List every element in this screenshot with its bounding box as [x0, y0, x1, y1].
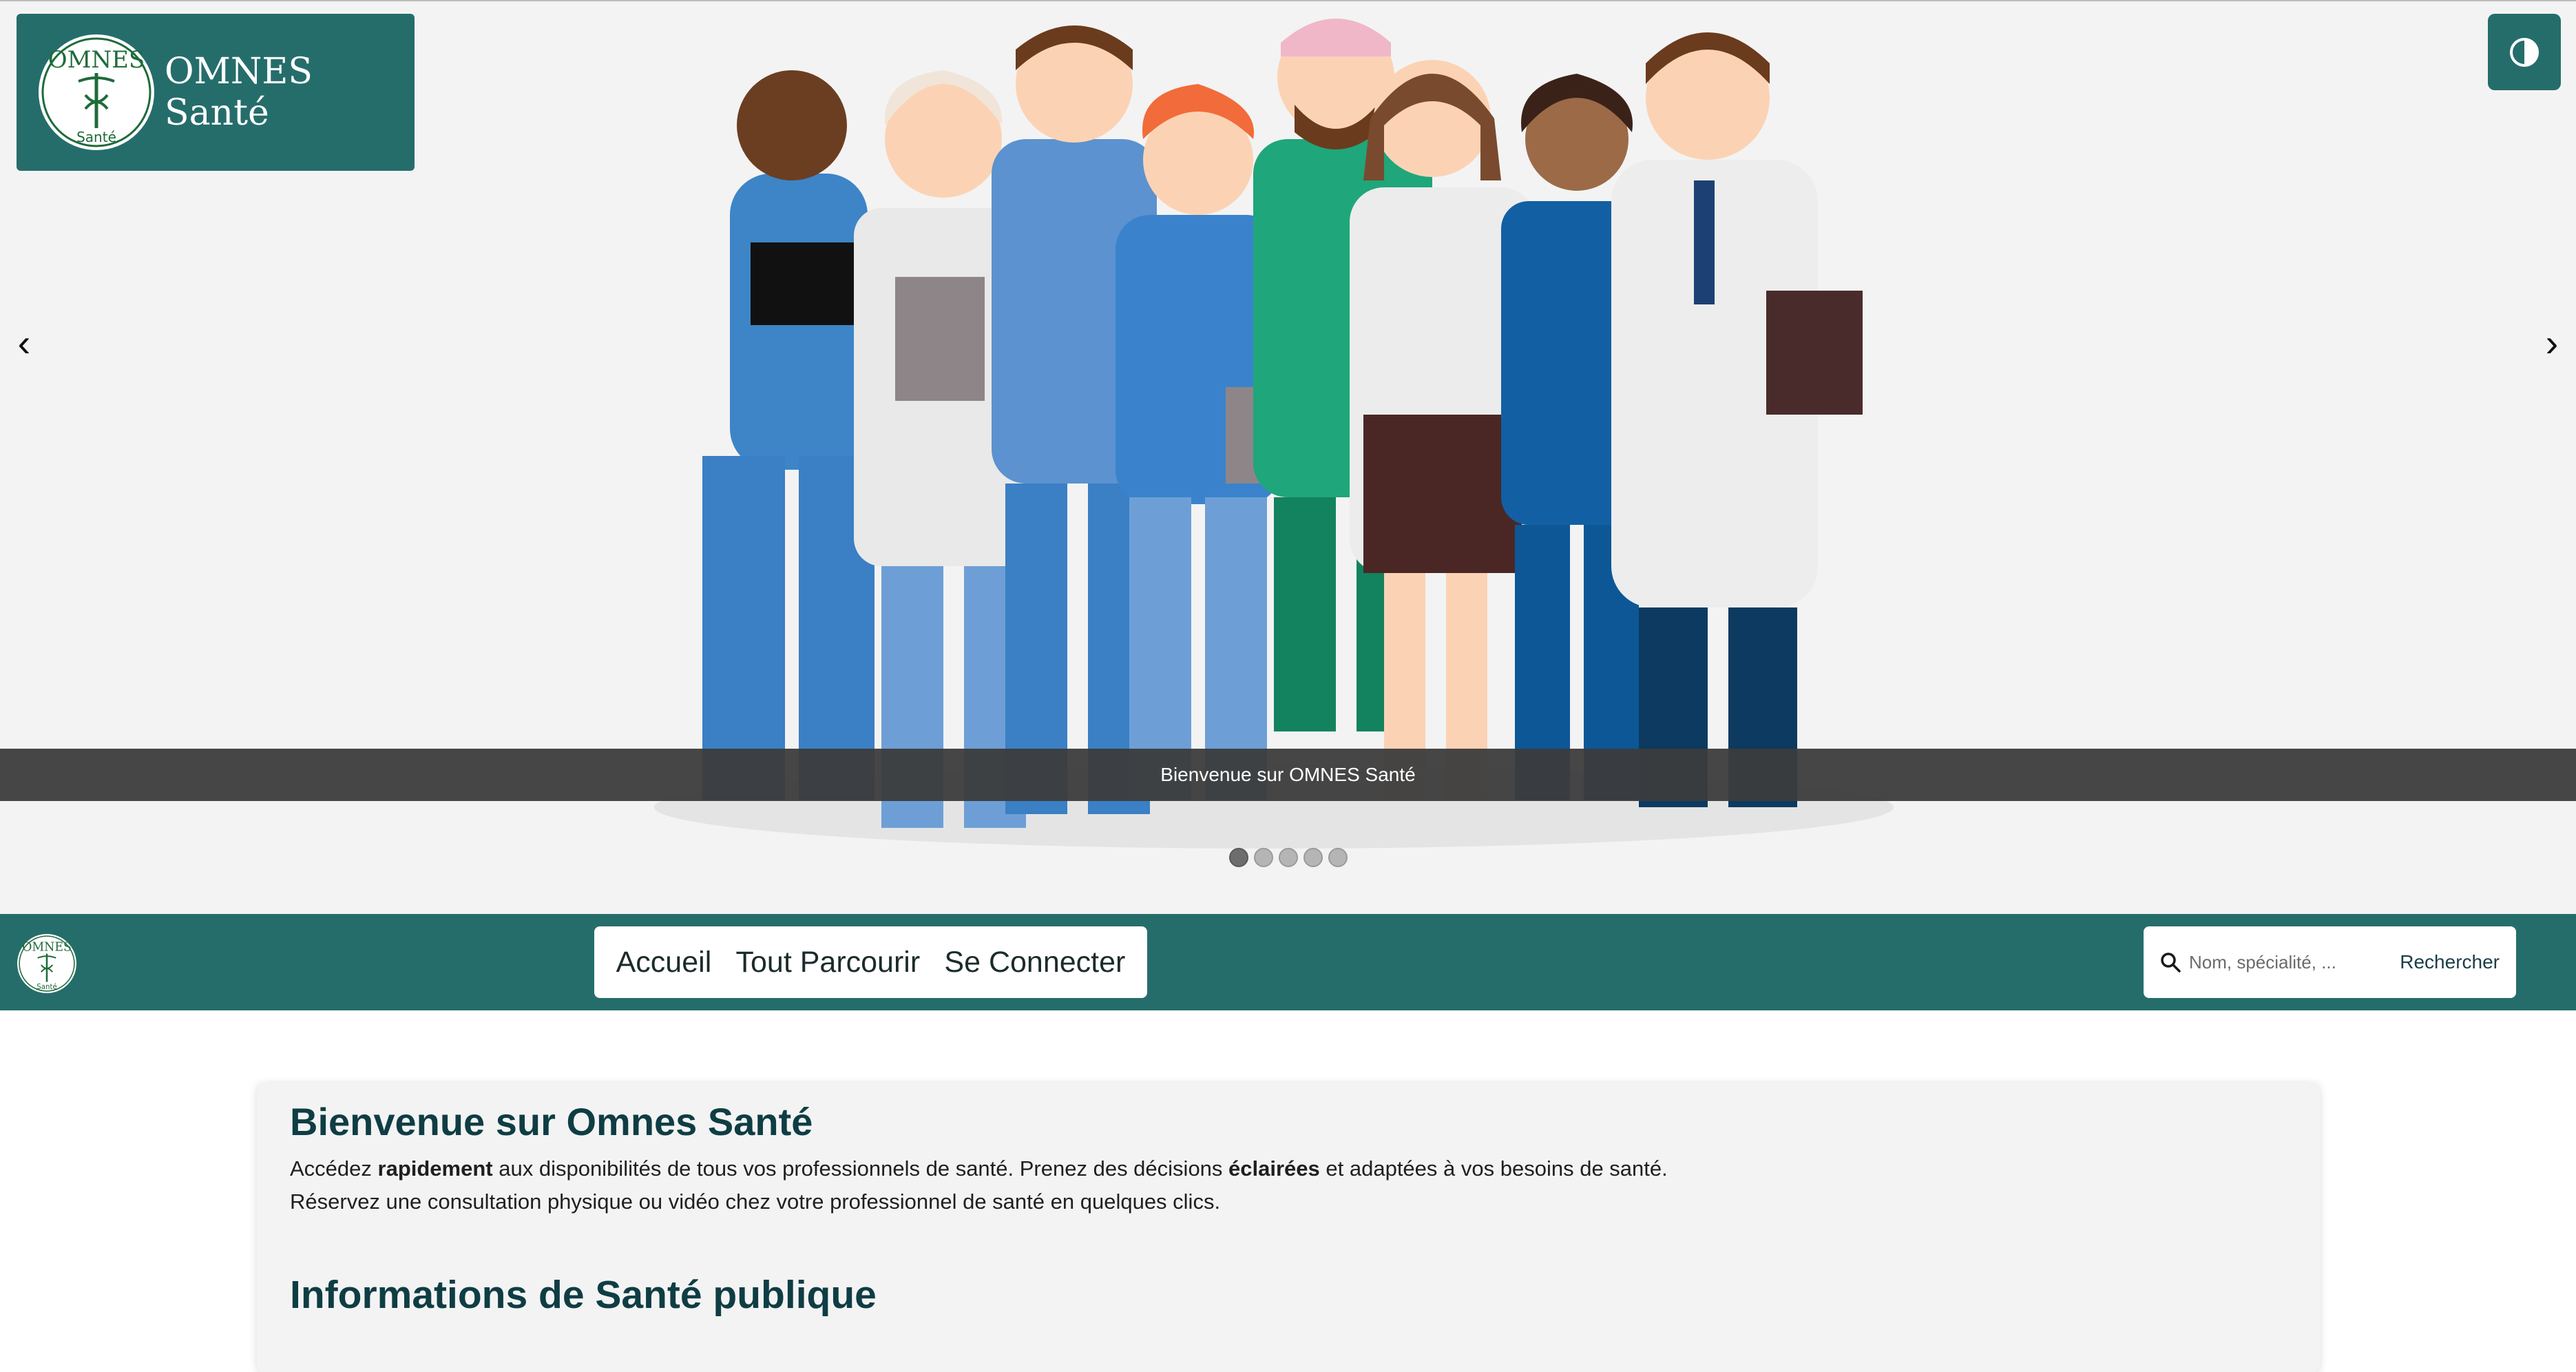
brand-name: OMNES Santé [165, 51, 313, 134]
carousel-next-arrow[interactable]: › [2528, 315, 2576, 370]
omnes-logo-icon[interactable]: OMNES Santé [17, 933, 77, 994]
carousel-indicators [0, 848, 2576, 867]
medical-staff-illustration [654, 19, 1894, 849]
nav-link-accueil[interactable]: Accueil [616, 946, 712, 979]
hero-carousel: OMNES Santé OMNES Santé ‹ › Bienvenue su… [0, 0, 2576, 914]
svg-text:OMNES: OMNES [48, 46, 145, 74]
nav-links: Accueil Tout Parcourir Se Connecter [594, 926, 1147, 998]
carousel-prev-arrow[interactable]: ‹ [0, 315, 48, 370]
welcome-card: Bienvenue sur Omnes Santé Accédez rapide… [257, 1083, 2320, 1372]
carousel-caption: Bienvenue sur OMNES Santé [0, 749, 2576, 801]
welcome-intro-line1: Accédez rapidement aux disponibilités de… [290, 1156, 1668, 1181]
search-button[interactable]: Rechercher [2400, 951, 2500, 973]
welcome-intro-line2: Réservez une consultation physique ou vi… [290, 1189, 1221, 1214]
brand-header[interactable]: OMNES Santé OMNES Santé [17, 14, 415, 171]
svg-text:Santé: Santé [36, 983, 57, 991]
svg-text:Santé: Santé [76, 129, 116, 145]
main-navbar: OMNES Santé Accueil Tout Parcourir Se Co… [0, 914, 2576, 1010]
carousel-dot-3[interactable] [1278, 848, 1298, 867]
nav-link-se-connecter[interactable]: Se Connecter [944, 946, 1125, 979]
omnes-logo-icon: OMNES Santé [39, 34, 154, 150]
theme-toggle-button[interactable] [2488, 14, 2561, 90]
public-health-title: Informations de Santé publique [290, 1273, 877, 1317]
svg-text:OMNES: OMNES [22, 941, 72, 955]
search-icon [2161, 953, 2181, 973]
contrast-icon [2510, 37, 2539, 67]
search-input[interactable] [2189, 951, 2389, 973]
carousel-dot-5[interactable] [1328, 848, 1348, 867]
carousel-dot-2[interactable] [1253, 848, 1273, 867]
carousel-dot-4[interactable] [1303, 848, 1323, 867]
search-bar: Rechercher [2144, 926, 2516, 998]
carousel-dot-1[interactable] [1228, 848, 1248, 867]
welcome-title: Bienvenue sur Omnes Santé [290, 1100, 813, 1143]
nav-link-tout-parcourir[interactable]: Tout Parcourir [736, 946, 921, 979]
